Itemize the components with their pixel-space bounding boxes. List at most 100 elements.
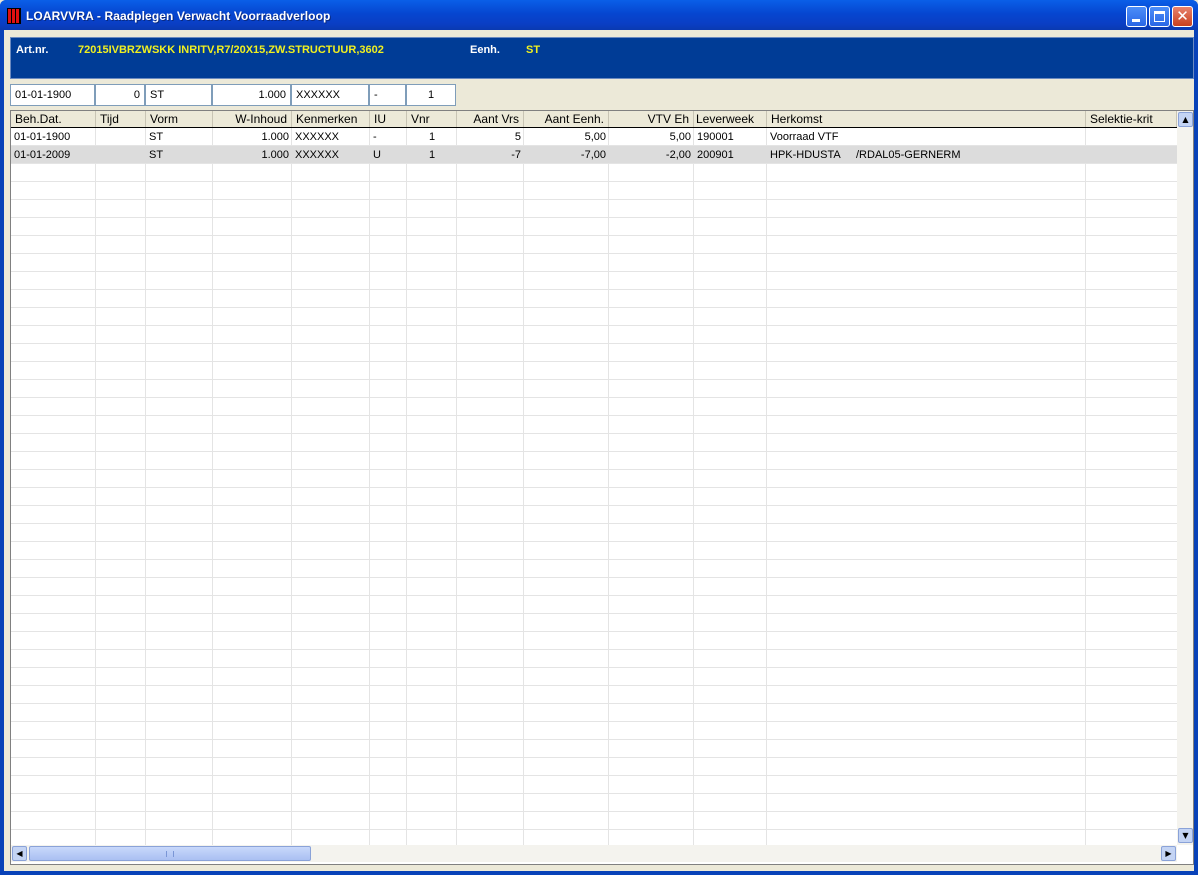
col-aant-eenh[interactable]: Aant Eenh. [524, 111, 609, 127]
empty-row [11, 488, 1177, 506]
col-leverweek[interactable]: Leverweek [694, 111, 767, 127]
col-beh-dat[interactable]: Beh.Dat. [11, 111, 96, 127]
empty-row [11, 164, 1177, 182]
cell-beh-dat: 01-01-1900 [14, 131, 71, 143]
empty-row [11, 272, 1177, 290]
filter-iu[interactable]: - [369, 84, 406, 106]
cell-herkomst: HPK-HDUSTA [770, 149, 841, 161]
col-iu[interactable]: IU [370, 111, 407, 127]
cell-aant-vrs: -7 [511, 149, 521, 161]
arrow-up-icon[interactable]: ▲ [1178, 112, 1193, 127]
col-vnr[interactable]: Vnr [407, 111, 457, 127]
empty-row [11, 254, 1177, 272]
filter-tijd[interactable]: 0 [95, 84, 145, 106]
cell-selektie [1086, 128, 1177, 146]
title-bar[interactable]: LOARVVRA - Raadplegen Verwacht Voorraadv… [0, 0, 1198, 30]
arrow-right-icon[interactable]: ▶ [1161, 846, 1176, 861]
empty-row [11, 776, 1177, 794]
empty-row [11, 560, 1177, 578]
arrow-down-icon[interactable]: ▼ [1178, 828, 1193, 843]
cell-aant-vrs: 5 [514, 131, 521, 143]
horizontal-scrollbar[interactable]: ◀ ▶ [11, 845, 1177, 862]
empty-row [11, 506, 1177, 524]
col-selektie-krit[interactable]: Selektie-krit [1086, 111, 1177, 127]
results-grid: Beh.Dat. Tijd Vorm W-Inhoud Kenmerken IU… [10, 110, 1194, 865]
cell-vnr: 1 [428, 131, 436, 143]
cell-vnr: 1 [428, 149, 436, 161]
empty-row [11, 578, 1177, 596]
scroll-thumb[interactable] [29, 846, 311, 861]
empty-row [11, 668, 1177, 686]
cell-selektie [1086, 146, 1177, 164]
cell-vtv-eh: -2,00 [665, 149, 691, 161]
empty-row [11, 362, 1177, 380]
eenh-value: ST [526, 44, 541, 56]
cell-iu: - [373, 131, 377, 143]
cell-leverweek: 190001 [697, 131, 734, 143]
empty-row [11, 524, 1177, 542]
grid-body: 01-01-1900 ST 1.000 XXXXXX - 1 5 5,00 5,… [11, 128, 1177, 848]
empty-row [11, 182, 1177, 200]
empty-row [11, 218, 1177, 236]
cell-w-inhoud: 1.000 [261, 149, 289, 161]
cell-iu: U [373, 149, 381, 161]
empty-row [11, 542, 1177, 560]
cell-aant-eenh: 5,00 [584, 131, 606, 143]
art-nr-label: Art.nr. [16, 44, 49, 56]
application-window: LOARVVRA - Raadplegen Verwacht Voorraadv… [0, 0, 1198, 875]
article-header: Art.nr. 72015IVBRZWSKK INRITV,R7/20X15,Z… [10, 37, 1194, 79]
maximize-button[interactable] [1149, 6, 1170, 27]
cell-tijd [96, 146, 146, 164]
empty-row [11, 686, 1177, 704]
col-vorm[interactable]: Vorm [146, 111, 213, 127]
empty-row [11, 722, 1177, 740]
col-kenmerken[interactable]: Kenmerken [292, 111, 370, 127]
empty-row [11, 200, 1177, 218]
table-row-selected[interactable]: 01-01-2009 ST 1.000 XXXXXX U 1 -7 -7,00 … [11, 146, 1177, 164]
cell-beh-dat: 01-01-2009 [14, 149, 71, 161]
empty-row [11, 416, 1177, 434]
client-area: Art.nr. 72015IVBRZWSKK INRITV,R7/20X15,Z… [4, 30, 1194, 871]
filter-w-inhoud[interactable]: 1.000 [212, 84, 291, 106]
minimize-button[interactable] [1126, 6, 1147, 27]
col-aant-vrs[interactable]: Aant Vrs [457, 111, 524, 127]
app-icon[interactable] [7, 8, 21, 24]
empty-row [11, 380, 1177, 398]
minimize-icon [1132, 19, 1140, 22]
close-button[interactable]: ✕ [1172, 6, 1193, 27]
col-herkomst[interactable]: Herkomst [767, 111, 1086, 127]
empty-row [11, 326, 1177, 344]
empty-row [11, 632, 1177, 650]
cell-kenmerken: XXXXXX [295, 149, 340, 161]
cell-herkomst-detail: /RDAL05-GERNERM [856, 149, 961, 161]
empty-row [11, 344, 1177, 362]
empty-row [11, 740, 1177, 758]
col-vtv-eh[interactable]: VTV Eh [609, 111, 694, 127]
cell-herkomst: Voorraad VTF [770, 131, 839, 143]
filter-vnr[interactable]: 1 [406, 84, 456, 106]
vertical-scrollbar[interactable]: ▲ ▼ [1177, 111, 1193, 845]
cell-w-inhoud: 1.000 [261, 131, 289, 143]
filter-kenmerken[interactable]: XXXXXX [291, 84, 369, 106]
cell-kenmerken: XXXXXX [295, 131, 340, 143]
grid-header: Beh.Dat. Tijd Vorm W-Inhoud Kenmerken IU… [11, 111, 1177, 128]
filter-beh-dat[interactable]: 01-01-1900 [10, 84, 95, 106]
empty-row [11, 812, 1177, 830]
col-w-inhoud[interactable]: W-Inhoud [213, 111, 292, 127]
art-nr-value: 72015IVBRZWSKK INRITV,R7/20X15,ZW.STRUCT… [78, 44, 384, 56]
empty-row [11, 614, 1177, 632]
window-title: LOARVVRA - Raadplegen Verwacht Voorraadv… [26, 9, 331, 23]
empty-row [11, 290, 1177, 308]
table-row[interactable]: 01-01-1900 ST 1.000 XXXXXX - 1 5 5,00 5,… [11, 128, 1177, 146]
empty-row [11, 470, 1177, 488]
cell-aant-eenh: -7,00 [580, 149, 606, 161]
col-tijd[interactable]: Tijd [96, 111, 146, 127]
empty-row [11, 308, 1177, 326]
cell-leverweek: 200901 [697, 149, 734, 161]
filter-vorm[interactable]: ST [145, 84, 212, 106]
empty-row [11, 452, 1177, 470]
arrow-left-icon[interactable]: ◀ [12, 846, 27, 861]
empty-row [11, 398, 1177, 416]
cell-vtv-eh: 5,00 [669, 131, 691, 143]
empty-row [11, 650, 1177, 668]
